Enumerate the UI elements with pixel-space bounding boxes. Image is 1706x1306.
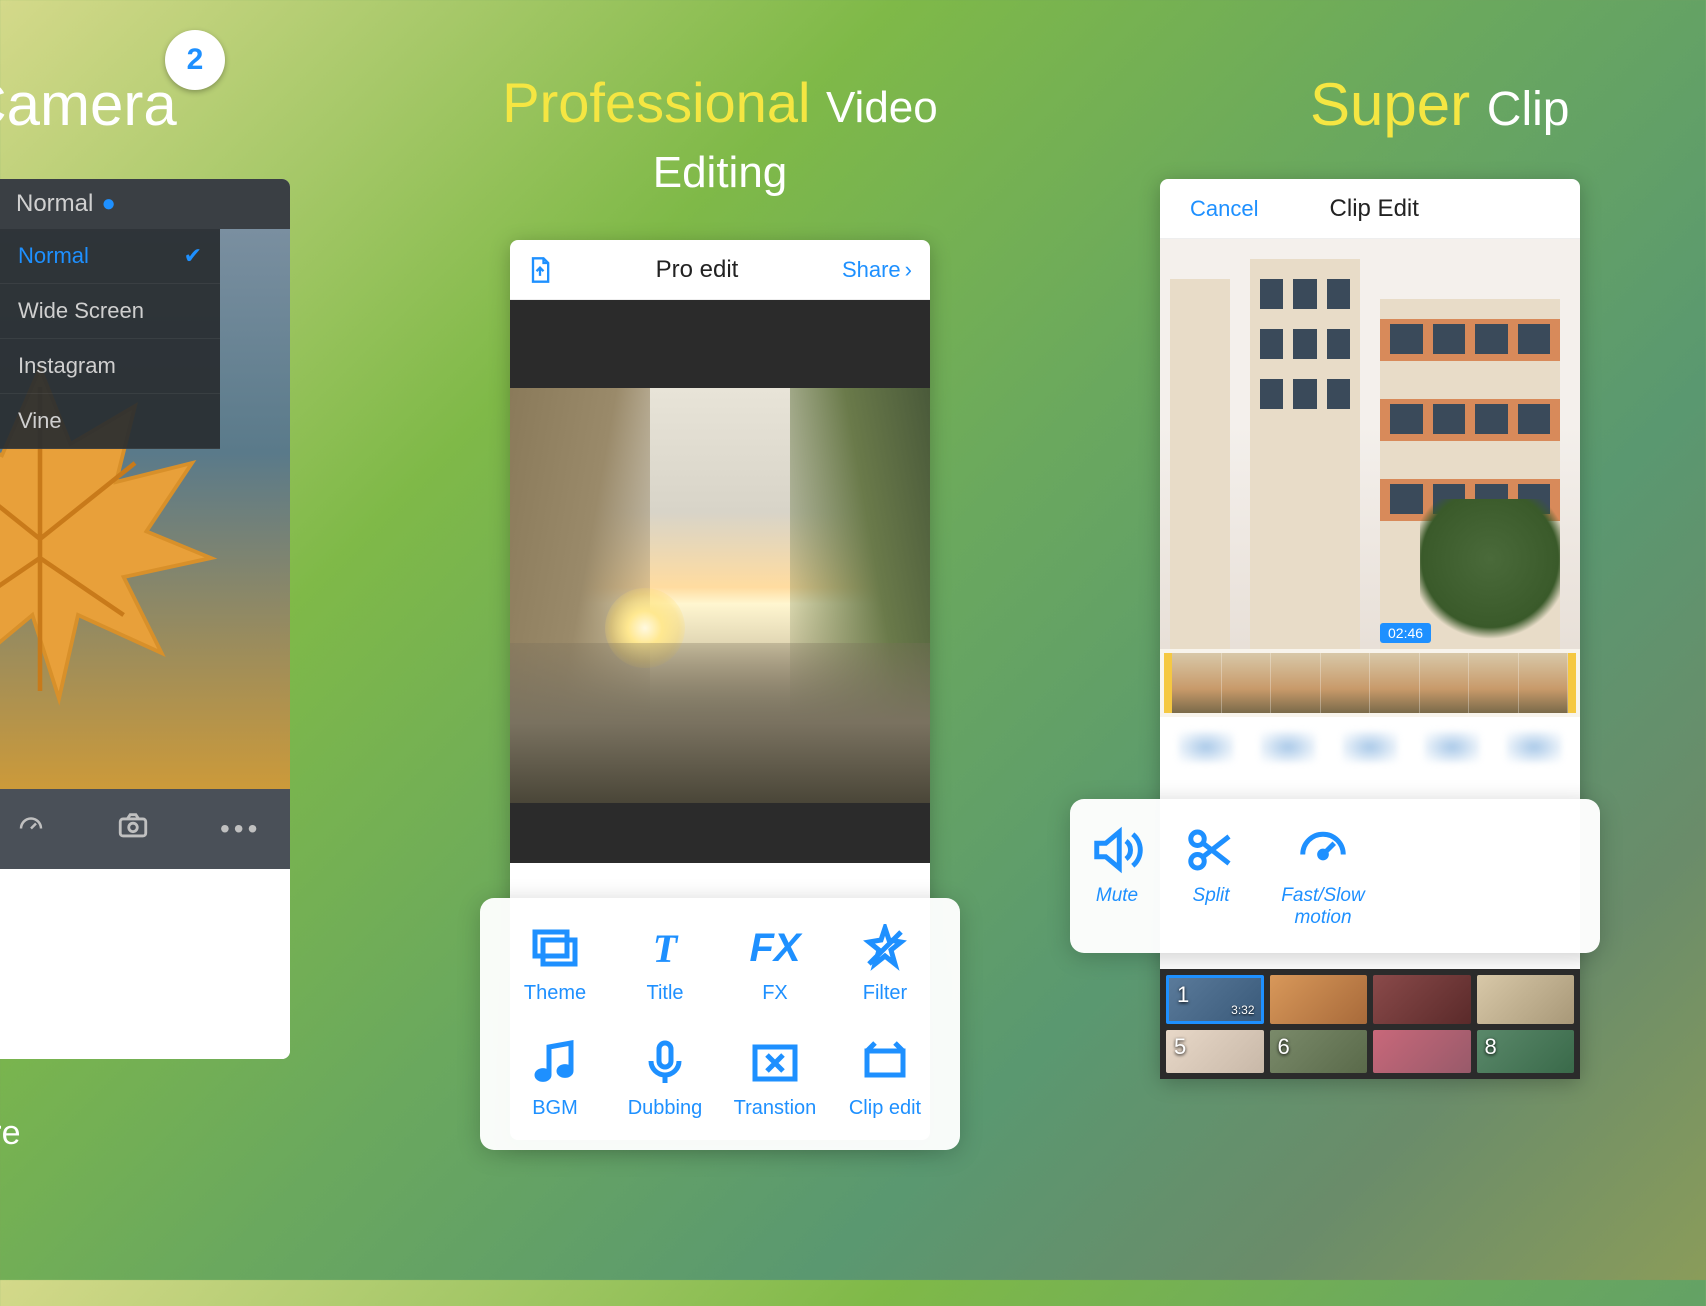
fast-slow-tool[interactable]: Fast/Slow motion (1278, 823, 1368, 929)
timeline-handle-right[interactable] (1568, 653, 1576, 713)
fx-tool[interactable]: FX FX (720, 924, 830, 1005)
timeline-time: 02:46 (1380, 623, 1431, 643)
edit-tools-panel: Theme T Title FX FX Filter BGM Dubbing (480, 898, 960, 1150)
filter-tool[interactable]: Filter (830, 924, 940, 1005)
camera-toolbar: ••• (0, 789, 290, 869)
split-tool[interactable]: Split (1184, 823, 1238, 929)
mode-menu: Normal ✔ Wide Screen Instagram Vine (0, 229, 220, 449)
camera-mode-header[interactable]: Normal ● (0, 179, 290, 229)
clip-thumbnail[interactable]: 6 (1270, 1030, 1368, 1073)
video-letterbox-bottom (510, 803, 930, 863)
clip-thumbnail[interactable] (1373, 1030, 1471, 1073)
clip-thumbnail[interactable] (1270, 975, 1368, 1024)
title-tool[interactable]: T Title (610, 924, 720, 1005)
camera-footer (0, 869, 290, 1059)
theme-tool[interactable]: Theme (500, 924, 610, 1005)
clip-edit-header: Cancel Clip Edit (1160, 179, 1580, 239)
mode-option-widescreen[interactable]: Wide Screen (0, 284, 220, 339)
pro-edit-panel: Professional Video Editing Pro edit Shar… (440, 0, 1000, 1280)
clip-edit-title: Super Clip (1050, 70, 1706, 139)
clip-thumbnail[interactable]: 8 (1477, 1030, 1575, 1073)
speedometer-icon[interactable] (16, 811, 46, 848)
cancel-button[interactable]: Cancel (1190, 196, 1258, 222)
pro-edit-phone: Pro edit Share › Theme T Title FX (510, 240, 930, 1140)
more-icon[interactable]: ••• (220, 813, 261, 845)
timeline[interactable]: 02:46 (1160, 649, 1580, 717)
clip-edit-phone: Cancel Clip Edit 02:46 (1160, 179, 1580, 1079)
clip-thumbnail[interactable]: 1 3:32 (1166, 975, 1264, 1024)
clip-tools-panel: Mute Split Fast/Slow motion (1070, 799, 1600, 953)
mode-option-instagram[interactable]: Instagram (0, 339, 220, 394)
clip-thumbnail[interactable] (1477, 975, 1575, 1024)
timeline-handle-left[interactable] (1164, 653, 1172, 713)
clip-thumbnails: 1 3:32 5 6 8 (1160, 969, 1580, 1079)
share-button[interactable]: Share › (842, 257, 912, 283)
clip-preview[interactable] (1160, 239, 1580, 649)
audio-wave-row (1160, 717, 1580, 777)
camera-panel: er Camera Normal ● 2 Normal ✔ Wide Scree… (0, 0, 350, 1280)
clip-thumbnail[interactable] (1373, 975, 1471, 1024)
check-icon: ● (101, 190, 116, 218)
check-icon: ✔ (184, 243, 202, 269)
clip-edit-title-label: Clip Edit (1330, 195, 1419, 223)
mute-tool[interactable]: Mute (1090, 823, 1144, 929)
pro-edit-header: Pro edit Share › (510, 240, 930, 300)
mode-option-vine[interactable]: Vine (0, 394, 220, 449)
clip-edit-tool[interactable]: Clip edit (830, 1039, 940, 1120)
mode-option-normal[interactable]: Normal ✔ (0, 229, 220, 284)
camera-phone: Normal ● 2 Normal ✔ Wide Screen Instagra… (0, 179, 290, 1059)
camera-switch-icon[interactable] (116, 811, 150, 848)
clip-edit-panel: Super Clip Cancel Clip Edit (1050, 0, 1706, 1280)
current-mode-label: Normal (16, 190, 93, 218)
bgm-tool[interactable]: BGM (500, 1039, 610, 1120)
transition-tool[interactable]: Transtion (720, 1039, 830, 1120)
clip-thumbnail[interactable]: 5 (1166, 1030, 1264, 1073)
video-preview[interactable] (510, 388, 930, 803)
video-letterbox-top (510, 300, 930, 388)
new-file-button[interactable] (528, 256, 552, 284)
pro-edit-title: Professional Video Editing (440, 70, 1000, 200)
camera-description: ding among capture des freely Instagram … (0, 1109, 350, 1306)
pro-edit-title-label: Pro edit (656, 256, 739, 284)
chevron-right-icon: › (905, 257, 912, 283)
camera-viewport: Normal ✔ Wide Screen Instagram Vine (0, 229, 290, 789)
dubbing-tool[interactable]: Dubbing (610, 1039, 720, 1120)
